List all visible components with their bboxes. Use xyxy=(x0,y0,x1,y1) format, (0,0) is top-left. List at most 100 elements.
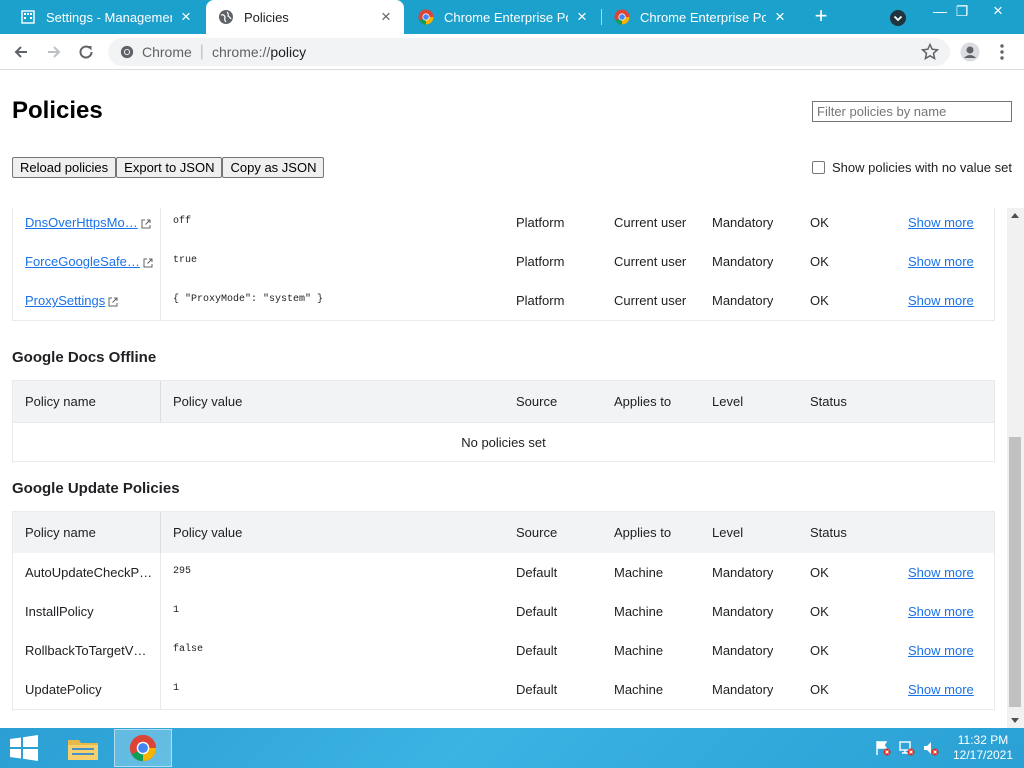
restore-button[interactable]: ❐ xyxy=(942,0,982,24)
taskbar-clock[interactable]: 11:32 PM 12/17/2021 xyxy=(948,733,1018,763)
tab-search-icon[interactable] xyxy=(888,8,908,28)
google-update-table: Policy name Policy value Source Applies … xyxy=(12,511,995,710)
table-row: RollbackToTargetV… false Default Machine… xyxy=(13,631,994,670)
policy-level: Mandatory xyxy=(712,565,774,580)
section-title-docs-offline: Google Docs Offline xyxy=(12,349,157,366)
clock-time: 11:32 PM xyxy=(957,733,1009,747)
policy-name: InstallPolicy xyxy=(25,604,94,619)
external-link-icon[interactable] xyxy=(143,258,153,268)
policy-applies-to: Machine xyxy=(614,643,664,658)
reload-policies-button[interactable]: Reload policies xyxy=(12,157,117,178)
policy-level: Mandatory xyxy=(712,682,774,697)
tab-title: Settings - Management xyxy=(46,9,172,25)
policy-name-link[interactable]: DnsOverHttpsMo… xyxy=(25,215,138,230)
omnibox[interactable]: Chrome | chrome://policy xyxy=(108,38,950,66)
show-no-value-toggle[interactable]: Show policies with no value set xyxy=(812,160,1012,175)
show-more-link[interactable]: Show more xyxy=(908,670,974,709)
external-link-icon[interactable] xyxy=(141,219,151,229)
export-json-button[interactable]: Export to JSON xyxy=(116,157,223,178)
reload-icon xyxy=(79,45,93,59)
table-row: AutoUpdateCheckP… 295 Default Machine Ma… xyxy=(13,553,994,592)
windows-taskbar: 11:32 PM 12/17/2021 xyxy=(0,728,1024,768)
windows-start-icon[interactable] xyxy=(8,734,40,762)
column-header-name: Policy name xyxy=(25,394,96,409)
policy-source: Default xyxy=(516,604,558,619)
column-divider xyxy=(160,381,161,422)
policy-list: DnsOverHttpsMo… off Platform Current use… xyxy=(0,208,1024,728)
policy-applies-to: Current user xyxy=(614,254,687,269)
tab-title: Policies xyxy=(244,9,289,25)
column-divider xyxy=(160,670,161,709)
column-divider xyxy=(160,512,161,553)
tab-chrome-enterprise-policy-2[interactable]: Chrome Enterprise Policy × xyxy=(602,0,798,34)
show-more-link[interactable]: Show more xyxy=(908,553,974,592)
column-divider xyxy=(160,631,161,670)
show-more-link[interactable]: Show more xyxy=(908,281,974,320)
docs-offline-table: Policy name Policy value Source Applies … xyxy=(12,380,995,462)
policy-name-link[interactable]: ForceGoogleSafe… xyxy=(25,254,140,269)
new-tab-button[interactable]: + xyxy=(808,5,834,29)
tab-settings-management[interactable]: Settings - Management × xyxy=(8,0,204,34)
tab-chrome-enterprise-policy-1[interactable]: Chrome Enterprise Policy × xyxy=(406,0,600,34)
scroll-up-arrow-icon[interactable] xyxy=(1011,213,1019,218)
volume-muted-icon[interactable] xyxy=(922,740,940,756)
close-icon[interactable]: × xyxy=(178,8,194,25)
policy-value: { "ProxyMode": "system" } xyxy=(173,294,324,305)
external-link-icon[interactable] xyxy=(108,297,118,307)
taskbar-chrome[interactable] xyxy=(114,729,172,767)
show-more-link[interactable]: Show more xyxy=(908,631,974,670)
policy-level: Mandatory xyxy=(712,293,774,308)
account-icon xyxy=(960,42,980,62)
show-more-link[interactable]: Show more xyxy=(908,242,974,281)
policy-applies-to: Machine xyxy=(614,565,664,580)
column-header-value: Policy value xyxy=(173,525,243,540)
chrome-logo-icon xyxy=(418,9,434,25)
policy-level: Mandatory xyxy=(712,254,774,269)
back-button[interactable] xyxy=(9,40,33,64)
network-icon[interactable] xyxy=(898,740,916,756)
show-more-link[interactable]: Show more xyxy=(908,208,974,242)
menu-button[interactable] xyxy=(990,40,1014,64)
policy-value: 1 xyxy=(173,605,180,616)
column-divider xyxy=(160,242,161,281)
column-header-status: Status xyxy=(810,394,847,409)
profile-button[interactable] xyxy=(958,40,982,64)
arrow-left-icon xyxy=(14,46,27,58)
close-icon[interactable]: × xyxy=(378,8,394,25)
reload-button[interactable] xyxy=(74,40,98,64)
column-header-level: Level xyxy=(712,525,744,540)
vertical-scrollbar[interactable] xyxy=(1007,208,1024,728)
scroll-down-arrow-icon[interactable] xyxy=(1011,718,1019,723)
copy-json-button[interactable]: Copy as JSON xyxy=(222,157,325,178)
policy-name-link[interactable]: ProxySettings xyxy=(25,293,105,308)
tab-policies[interactable]: Policies × xyxy=(206,0,404,34)
policy-name: RollbackToTargetV… xyxy=(25,643,147,658)
policy-applies-to: Machine xyxy=(614,682,664,697)
policy-value: off xyxy=(173,216,192,227)
browser-toolbar: Chrome | chrome://policy xyxy=(0,34,1024,70)
forward-button[interactable] xyxy=(42,40,66,64)
table-row: ForceGoogleSafe… true Platform Current u… xyxy=(13,242,994,281)
show-more-link[interactable]: Show more xyxy=(908,592,974,631)
show-no-value-checkbox[interactable] xyxy=(812,161,825,174)
filter-policies-input[interactable] xyxy=(812,101,1012,122)
building-icon xyxy=(21,10,35,24)
show-no-value-label: Show policies with no value set xyxy=(832,160,1012,175)
window-close-button[interactable]: × xyxy=(978,0,1018,24)
omnibox-scheme: chrome:// xyxy=(211,44,271,60)
close-icon[interactable]: × xyxy=(772,8,788,25)
column-divider xyxy=(160,281,161,320)
policy-value: 295 xyxy=(173,566,192,577)
taskbar-file-explorer[interactable] xyxy=(54,729,112,767)
close-icon[interactable]: × xyxy=(574,8,590,25)
scrollbar-thumb[interactable] xyxy=(1009,437,1021,707)
omnibox-site-chip: Chrome xyxy=(142,44,192,60)
policy-name: AutoUpdateCheckP… xyxy=(25,565,153,580)
kebab-menu-icon xyxy=(1000,44,1004,60)
bookmark-star-icon[interactable] xyxy=(920,42,940,62)
no-policies-message: No policies set xyxy=(13,422,994,461)
column-header-source: Source xyxy=(516,394,558,409)
page-title: Policies xyxy=(12,97,103,124)
policy-level: Mandatory xyxy=(712,604,774,619)
action-center-flag-icon[interactable] xyxy=(874,740,892,756)
